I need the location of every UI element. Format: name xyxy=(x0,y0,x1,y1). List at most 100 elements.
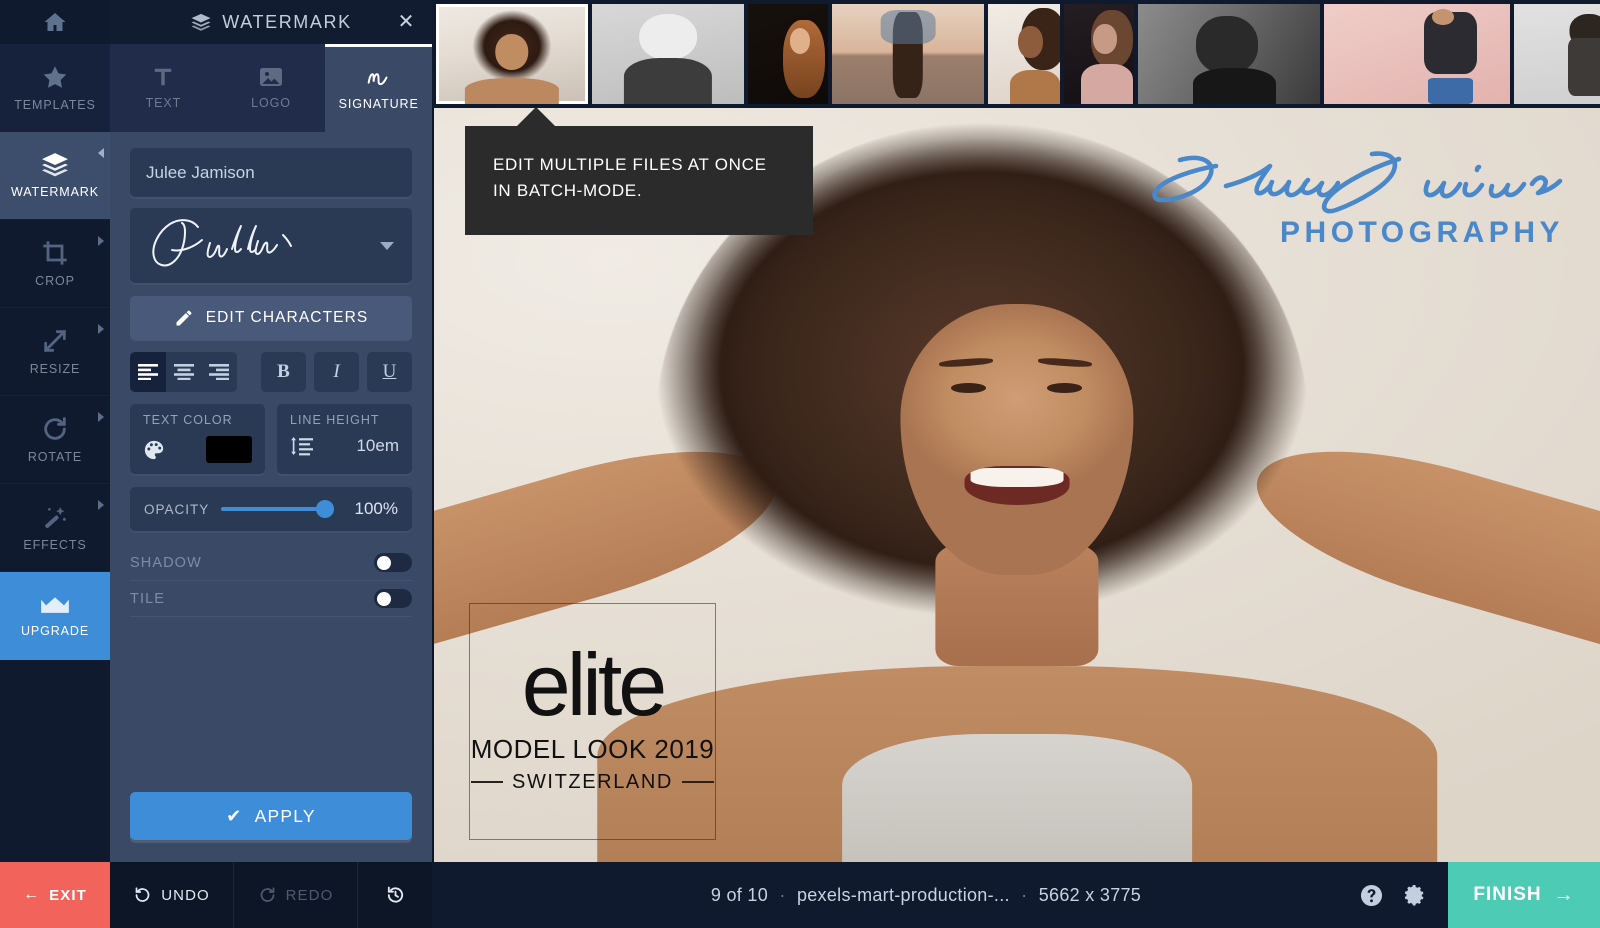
opacity-slider[interactable] xyxy=(221,500,334,518)
signature-scribble-icon xyxy=(364,65,394,89)
chevron-right-icon xyxy=(98,500,104,510)
status-separator-1: · xyxy=(779,884,786,905)
tab-label: TEXT xyxy=(145,96,182,110)
tooltip-line-1: EDIT MULTIPLE FILES AT ONCE xyxy=(493,155,767,174)
image-icon xyxy=(259,66,283,88)
thumbnail-3[interactable] xyxy=(748,4,828,104)
question-circle-icon[interactable] xyxy=(1360,884,1383,907)
style-group: B I U xyxy=(261,352,412,392)
tab-text[interactable]: TEXT xyxy=(110,44,218,132)
watermark-name-input[interactable] xyxy=(130,148,412,197)
sidebar-item-upgrade[interactable]: UPGRADE xyxy=(0,572,110,660)
opacity-control[interactable]: OPACITY 100% xyxy=(130,487,412,531)
photo-garment xyxy=(842,733,1192,862)
alignment-group xyxy=(130,352,237,392)
undo-button[interactable]: UNDO xyxy=(110,862,234,928)
bold-button[interactable]: B xyxy=(261,352,306,392)
sidebar-label: WATERMARK xyxy=(11,185,99,199)
edit-characters-button[interactable]: EDIT CHARACTERS xyxy=(130,296,412,339)
shadow-row[interactable]: SHADOW xyxy=(130,545,412,581)
sidebar-item-crop[interactable]: CROP xyxy=(0,220,110,308)
gear-icon[interactable] xyxy=(1403,884,1426,907)
align-center-button[interactable] xyxy=(165,352,202,392)
sidebar-item-watermark[interactable]: WATERMARK xyxy=(0,132,110,220)
history-button[interactable] xyxy=(358,862,432,928)
photo-eye-left xyxy=(950,383,986,393)
star-icon xyxy=(41,64,69,91)
apply-button[interactable]: ✔ APPLY xyxy=(130,792,412,840)
chevron-down-icon xyxy=(380,241,394,250)
exit-button[interactable]: ← EXIT xyxy=(0,862,110,928)
thumbnail-2[interactable] xyxy=(592,4,744,104)
signature-preview-art xyxy=(140,215,355,277)
panel-body: EDIT CHARACTERS xyxy=(110,132,432,792)
main-area: ✳ xyxy=(432,0,1600,928)
thumbnail-6[interactable] xyxy=(1064,4,1134,104)
sidebar-label: ROTATE xyxy=(27,450,83,464)
palette-icon xyxy=(143,439,165,461)
crown-icon xyxy=(40,595,70,617)
panel-header: WATERMARK ✕ xyxy=(110,0,432,44)
signature-preview-dropdown[interactable] xyxy=(130,208,412,283)
sidebar-item-effects[interactable]: EFFECTS xyxy=(0,484,110,572)
tab-signature[interactable]: SIGNATURE xyxy=(325,44,433,132)
batch-mode-tooltip[interactable]: EDIT MULTIPLE FILES AT ONCE IN BATCH-MOD… xyxy=(465,108,813,235)
sidebar-label: UPGRADE xyxy=(20,623,90,638)
shadow-label: SHADOW xyxy=(130,554,202,571)
check-icon: ✔ xyxy=(226,805,243,826)
align-right-button[interactable] xyxy=(201,352,237,392)
thumbnail-5[interactable] xyxy=(988,4,1060,104)
status-filename: pexels-mart-production-... xyxy=(796,884,1010,905)
elite-line1: MODEL LOOK 2019 xyxy=(470,733,715,764)
italic-button[interactable]: I xyxy=(314,352,359,392)
text-color-swatch[interactable] xyxy=(206,436,252,463)
slider-knob[interactable] xyxy=(316,500,334,518)
status-dimensions: 5662 x 3775 xyxy=(1038,884,1142,905)
elite-logo-watermark[interactable]: elite MODEL LOOK 2019 SWITZERLAND xyxy=(469,603,716,840)
crop-icon xyxy=(41,239,69,267)
align-left-button[interactable] xyxy=(130,352,166,392)
photo-face xyxy=(900,304,1134,576)
magic-wand-icon xyxy=(41,503,69,531)
tile-row[interactable]: TILE xyxy=(130,581,412,617)
thumbnail-1[interactable] xyxy=(436,4,588,104)
thumbnail-4[interactable] xyxy=(832,4,984,104)
text-color-card[interactable]: TEXT COLOR xyxy=(130,404,265,474)
thumbnail-8[interactable] xyxy=(1324,4,1510,104)
opacity-value: 100% xyxy=(354,499,398,518)
elite-wordmark: elite xyxy=(521,635,667,735)
redo-button[interactable]: REDO xyxy=(234,862,358,928)
sidebar-item-templates[interactable]: TEMPLATES xyxy=(0,44,110,132)
line-height-value: 10em xyxy=(356,436,399,455)
sidebar-item-rotate[interactable]: ROTATE xyxy=(0,396,110,484)
home-button[interactable] xyxy=(0,0,110,44)
thumbnail-7[interactable] xyxy=(1138,4,1320,104)
tool-rail: TEMPLATES WATERMARK CROP RESIZE ROTATE E… xyxy=(0,0,110,862)
status-bar: 9 of 10 · pexels-mart-production-... · 5… xyxy=(432,862,1600,928)
tab-label: LOGO xyxy=(251,96,291,110)
sidebar-item-resize[interactable]: RESIZE xyxy=(0,308,110,396)
text-color-label: TEXT COLOR xyxy=(143,413,233,427)
filmstrip[interactable]: ✳ xyxy=(432,0,1600,108)
toggle-knob xyxy=(377,591,391,606)
exit-label: EXIT xyxy=(49,886,87,904)
line-height-card[interactable]: LINE HEIGHT 10em xyxy=(277,404,412,474)
sidebar-label: TEMPLATES xyxy=(14,97,96,112)
resize-arrows-icon xyxy=(41,327,69,355)
thumbnail-9[interactable]: ✳ xyxy=(1514,4,1600,104)
close-icon[interactable]: ✕ xyxy=(398,12,416,32)
elite-line2: SWITZERLAND xyxy=(471,771,714,794)
rotate-cw-icon xyxy=(41,415,69,443)
shadow-toggle[interactable] xyxy=(374,553,412,572)
signature-watermark-overlay[interactable]: PHOTOGRAPHY xyxy=(1140,146,1570,250)
tile-toggle[interactable] xyxy=(374,589,412,608)
opacity-label: OPACITY xyxy=(144,501,210,517)
tab-logo[interactable]: LOGO xyxy=(217,44,326,132)
finish-button[interactable]: FINISH → xyxy=(1448,862,1600,928)
image-canvas[interactable]: PHOTOGRAPHY elite MODEL LOOK 2019 SWITZE… xyxy=(432,108,1600,862)
photo-mouth xyxy=(964,466,1070,506)
status-position: 9 of 10 xyxy=(710,884,769,905)
apply-label: APPLY xyxy=(254,805,316,826)
photo-eye-right xyxy=(1047,383,1083,393)
underline-button[interactable]: U xyxy=(367,352,412,392)
